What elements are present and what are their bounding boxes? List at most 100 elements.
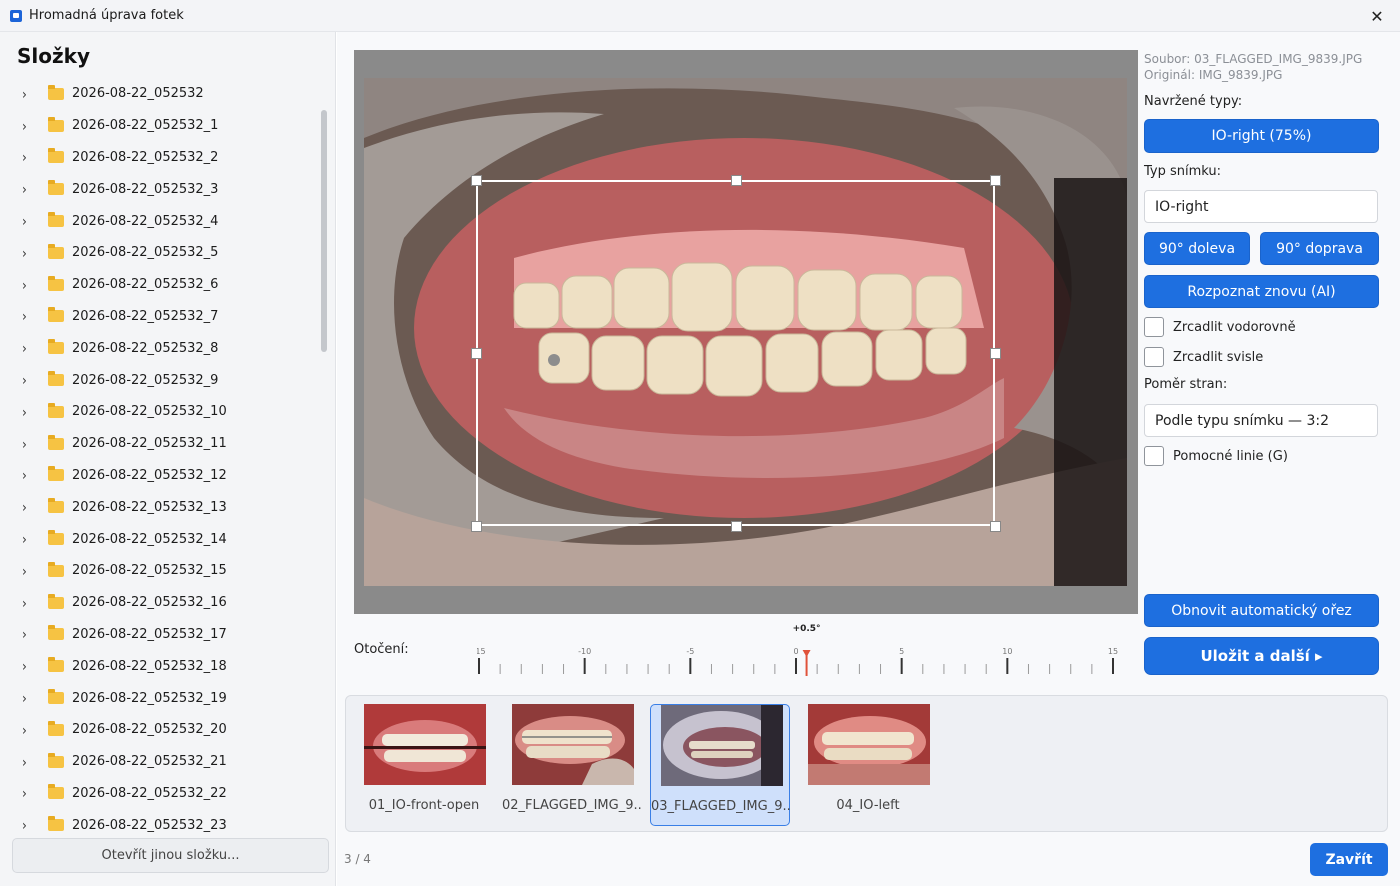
suggested-type-button[interactable]: IO-right (75%) <box>1144 119 1379 153</box>
folder-item[interactable]: › 2026-08-22_052532_22 <box>0 778 320 810</box>
close-window-button[interactable]: ✕ <box>1354 0 1400 32</box>
thumbnail-item[interactable]: 02_FLAGGED_IMG_9... <box>502 704 642 826</box>
close-button[interactable]: Zavřít <box>1310 843 1388 876</box>
ruler-tick-label: 0 <box>793 647 798 656</box>
aspect-ratio-select[interactable]: Podle typu snímku — 3:2 <box>1144 404 1378 437</box>
type-select[interactable]: IO-right <box>1144 190 1378 223</box>
folder-item[interactable]: › 2026-08-22_052532_5 <box>0 237 320 269</box>
folder-label: 2026-08-22_052532_6 <box>72 277 219 293</box>
folder-item[interactable]: › 2026-08-22_052532_13 <box>0 491 320 523</box>
flip-horizontal-label: Zrcadlit vodorovně <box>1173 319 1296 335</box>
thumbnail-image <box>661 705 783 786</box>
chevron-right-icon[interactable]: › <box>22 753 32 770</box>
crop-handle-bottom-right[interactable] <box>990 521 1001 532</box>
chevron-right-icon[interactable]: › <box>22 340 32 357</box>
chevron-right-icon[interactable]: › <box>22 817 32 834</box>
folder-item[interactable]: › 2026-08-22_052532_14 <box>0 523 320 555</box>
thumbnail-item[interactable]: 03_FLAGGED_IMG_9... <box>650 704 791 826</box>
folder-item[interactable]: › 2026-08-22_052532_2 <box>0 142 320 174</box>
save-and-next-button[interactable]: Uložit a další ▸ <box>1144 637 1379 675</box>
folder-item[interactable]: › 2026-08-22_052532 <box>0 78 320 110</box>
folder-item[interactable]: › 2026-08-22_052532_21 <box>0 746 320 778</box>
rotation-value-label: +0.5° <box>793 624 821 634</box>
folder-item[interactable]: › 2026-08-22_052532_20 <box>0 714 320 746</box>
thumbnail-label: 01_IO-front-open <box>368 798 480 813</box>
guides-option[interactable]: Pomocné linie (G) <box>1144 446 1288 466</box>
window-title: Hromadná úprava fotek <box>29 8 184 23</box>
chevron-right-icon[interactable]: › <box>22 117 32 134</box>
flip-vertical-option[interactable]: Zrcadlit svisle <box>1144 347 1263 367</box>
folder-icon <box>48 689 64 705</box>
chevron-right-icon[interactable]: › <box>22 213 32 230</box>
rotation-ruler[interactable]: -15 -10 -5 0 5 10 15 +0.5° <box>477 620 1137 676</box>
chevron-right-icon[interactable]: › <box>22 531 32 548</box>
folder-item[interactable]: › 2026-08-22_052532_11 <box>0 428 320 460</box>
folder-item[interactable]: › 2026-08-22_052532_4 <box>0 205 320 237</box>
crop-handle-bottom[interactable] <box>731 521 742 532</box>
chevron-right-icon[interactable]: › <box>22 403 32 420</box>
crop-handle-top-right[interactable] <box>990 175 1001 186</box>
scrollbar-thumb[interactable] <box>321 110 327 352</box>
rotate-left-button[interactable]: 90° doleva <box>1144 232 1250 265</box>
file-info: Soubor: 03_FLAGGED_IMG_9839.JPG Originál… <box>1144 51 1362 83</box>
folder-item[interactable]: › 2026-08-22_052532_19 <box>0 682 320 714</box>
folder-item[interactable]: › 2026-08-22_052532_7 <box>0 301 320 333</box>
chevron-right-icon[interactable]: › <box>22 594 32 611</box>
open-other-folder-button[interactable]: Otevřít jinou složku... <box>12 838 329 873</box>
thumbnail-item[interactable]: 01_IO-front-open <box>354 704 494 826</box>
chevron-right-icon[interactable]: › <box>22 562 32 579</box>
guides-label: Pomocné linie (G) <box>1173 448 1288 464</box>
reset-auto-crop-button[interactable]: Obnovit automatický ořez <box>1144 594 1379 627</box>
folder-label: 2026-08-22_052532_7 <box>72 308 219 324</box>
chevron-right-icon[interactable]: › <box>22 467 32 484</box>
chevron-right-icon[interactable]: › <box>22 372 32 389</box>
folder-item[interactable]: › 2026-08-22_052532_23 <box>0 809 320 836</box>
rotation-ruler-graphic[interactable]: -15 -10 -5 0 5 10 15 +0.5° <box>477 620 1137 676</box>
thumbnail-image <box>808 704 930 785</box>
crop-handle-top-left[interactable] <box>471 175 482 186</box>
folder-item[interactable]: › 2026-08-22_052532_8 <box>0 332 320 364</box>
rotate-right-button[interactable]: 90° doprava <box>1260 232 1379 265</box>
folder-item[interactable]: › 2026-08-22_052532_10 <box>0 396 320 428</box>
flip-horizontal-checkbox[interactable] <box>1144 317 1164 337</box>
flip-horizontal-option[interactable]: Zrcadlit vodorovně <box>1144 317 1296 337</box>
crop-handle-top[interactable] <box>731 175 742 186</box>
folder-item[interactable]: › 2026-08-22_052532_12 <box>0 460 320 492</box>
guides-checkbox[interactable] <box>1144 446 1164 466</box>
folder-item[interactable]: › 2026-08-22_052532_3 <box>0 173 320 205</box>
chevron-right-icon[interactable]: › <box>22 181 32 198</box>
chevron-right-icon[interactable]: › <box>22 276 32 293</box>
thumbnail-label: 04_IO-left <box>836 798 900 813</box>
crop-rectangle[interactable] <box>471 175 1001 532</box>
folder-icon <box>48 466 64 482</box>
chevron-right-icon[interactable]: › <box>22 308 32 325</box>
ruler-tick-label: 15 <box>1108 647 1118 656</box>
crop-handle-bottom-left[interactable] <box>471 521 482 532</box>
folder-item[interactable]: › 2026-08-22_052532_15 <box>0 555 320 587</box>
chevron-right-icon[interactable]: › <box>22 658 32 675</box>
folder-item[interactable]: › 2026-08-22_052532_1 <box>0 110 320 142</box>
chevron-right-icon[interactable]: › <box>22 690 32 707</box>
folder-item[interactable]: › 2026-08-22_052532_6 <box>0 269 320 301</box>
ruler-tick-label: -15 <box>477 647 486 656</box>
chevron-right-icon[interactable]: › <box>22 435 32 452</box>
folder-label: 2026-08-22_052532_8 <box>72 340 219 356</box>
folder-icon <box>48 530 64 546</box>
chevron-right-icon[interactable]: › <box>22 499 32 516</box>
folder-item[interactable]: › 2026-08-22_052532_9 <box>0 364 320 396</box>
chevron-right-icon[interactable]: › <box>22 626 32 643</box>
redetect-ai-button[interactable]: Rozpoznat znovu (AI) <box>1144 275 1379 308</box>
crop-handle-right[interactable] <box>990 348 1001 359</box>
folder-item[interactable]: › 2026-08-22_052532_18 <box>0 650 320 682</box>
chevron-right-icon[interactable]: › <box>22 785 32 802</box>
chevron-right-icon[interactable]: › <box>22 149 32 166</box>
chevron-right-icon[interactable]: › <box>22 244 32 261</box>
thumbnail-item[interactable]: 04_IO-left <box>798 704 938 826</box>
crop-handle-left[interactable] <box>471 348 482 359</box>
folder-item[interactable]: › 2026-08-22_052532_16 <box>0 587 320 619</box>
chevron-right-icon[interactable]: › <box>22 85 32 102</box>
chevron-right-icon[interactable]: › <box>22 721 32 738</box>
flip-vertical-checkbox[interactable] <box>1144 347 1164 367</box>
sidebar-scrollbar[interactable] <box>321 110 327 864</box>
folder-item[interactable]: › 2026-08-22_052532_17 <box>0 619 320 651</box>
